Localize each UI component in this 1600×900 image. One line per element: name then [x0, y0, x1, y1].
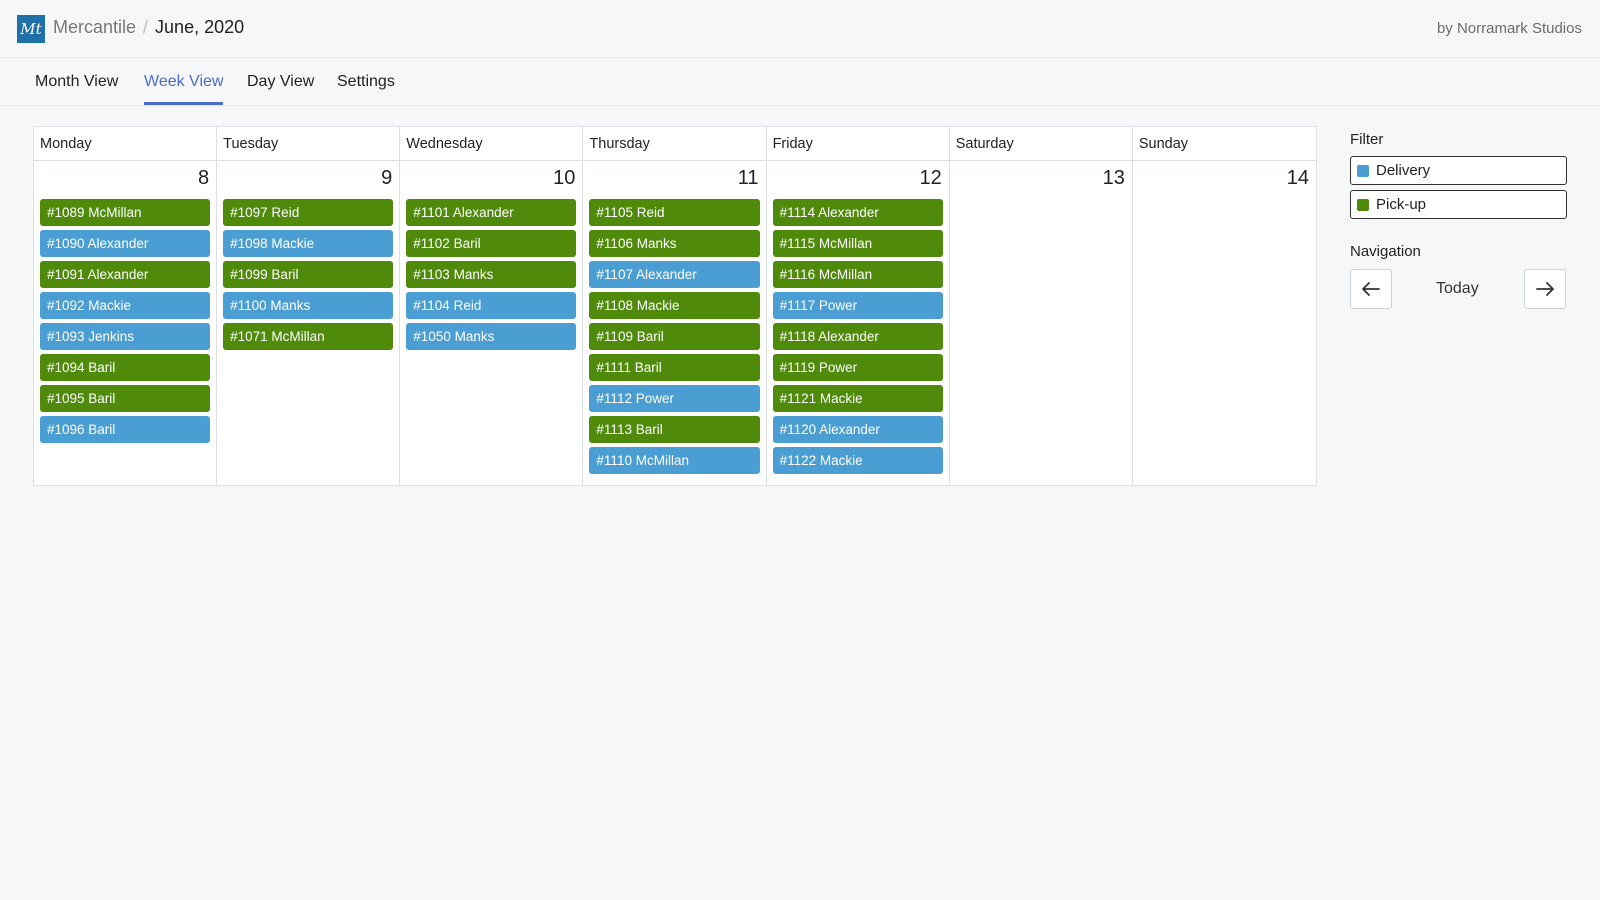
day-column-tuesday: Tuesday 9 #1097 Reid #1098 Mackie #1099 Bari… [217, 127, 401, 485]
order-event-delivery[interactable]: #1117 Power [772, 292, 943, 319]
order-event-pickup[interactable]: #1119 Power [772, 354, 943, 381]
order-event-delivery[interactable]: #1092 Mackie [40, 292, 211, 319]
order-event-delivery[interactable]: #1112 Power [589, 385, 760, 412]
view-tabs: Month View Week View Day View Settings [0, 58, 1600, 106]
breadcrumb: Mercantile / June, 2020 [53, 17, 244, 38]
day-column-saturday: Saturday 13 [949, 127, 1133, 485]
order-event-delivery[interactable]: #1100 Manks [223, 292, 394, 319]
order-event-pickup[interactable]: #1101 Alexander [406, 199, 577, 226]
order-event-pickup[interactable]: #1111 Baril [589, 354, 760, 381]
day-number[interactable]: 11 [583, 161, 765, 199]
order-event-pickup[interactable]: #1121 Mackie [772, 385, 943, 412]
pickup-swatch [1357, 198, 1369, 211]
order-event-delivery[interactable]: #1122 Mackie [772, 447, 943, 474]
breadcrumb-app-link[interactable]: Mercantile [53, 17, 136, 38]
day-number[interactable]: 13 [950, 161, 1132, 199]
event-list: #1089 McMillan #1090 Alexander #1091 Alexa… [34, 199, 216, 443]
order-event-pickup[interactable]: #1089 McMillan [40, 199, 211, 226]
filter-delivery[interactable]: Delivery [1350, 156, 1567, 185]
tab-month-view[interactable]: Month View [35, 73, 118, 102]
order-event-pickup[interactable]: #1102 Baril [406, 230, 577, 257]
day-number[interactable]: 14 [1133, 161, 1316, 199]
event-list: #1101 Alexander #1102 Baril #1103 Manks #11… [400, 199, 582, 350]
order-event-delivery[interactable]: #1093 Jenkins [40, 323, 211, 350]
byline: by Norramark Studios [1436, 20, 1582, 37]
filter-pickup[interactable]: Pick-up [1350, 190, 1567, 219]
order-event-pickup[interactable]: #1103 Manks [406, 261, 577, 288]
order-event-pickup[interactable]: #1095 Baril [40, 385, 211, 412]
order-event-delivery[interactable]: #1104 Reid [406, 292, 577, 319]
order-event-pickup[interactable]: #1105 Reid [589, 199, 760, 226]
day-number[interactable]: 10 [400, 161, 582, 199]
event-list: #1105 Reid #1106 Manks #1107 Alexander #110… [583, 199, 765, 474]
filter-delivery-label: Delivery [1376, 162, 1431, 179]
event-list: #1114 Alexander #1115 McMillan #1116 McMil… [767, 199, 949, 474]
day-header: Thursday [583, 127, 766, 161]
app-logo[interactable]: Mt [17, 15, 45, 43]
order-event-pickup[interactable]: #1091 Alexander [40, 261, 211, 288]
order-event-pickup[interactable]: #1108 Mackie [589, 292, 760, 319]
order-event-pickup[interactable]: #1115 McMillan [772, 230, 943, 257]
event-list: #1097 Reid #1098 Mackie #1099 Baril #1100 M… [217, 199, 399, 350]
order-event-delivery[interactable]: #1107 Alexander [589, 261, 760, 288]
next-week-button[interactable] [1524, 269, 1566, 309]
day-column-wednesday: Wednesday 10 #1101 Alexander #1102 Baril #11… [400, 127, 584, 485]
day-number[interactable]: 8 [34, 161, 216, 199]
day-header: Wednesday [400, 127, 583, 161]
day-column-monday: Monday 8 #1089 McMillan #1090 Alexander #109… [34, 127, 218, 485]
order-event-pickup[interactable]: #1109 Baril [589, 323, 760, 350]
order-event-pickup[interactable]: #1118 Alexander [772, 323, 943, 350]
navigation-title: Navigation [1350, 243, 1421, 260]
order-event-pickup[interactable]: #1116 McMillan [772, 261, 943, 288]
order-event-pickup[interactable]: #1113 Baril [589, 416, 760, 443]
day-header: Tuesday [217, 127, 400, 161]
week-calendar: Monday 8 #1089 McMillan #1090 Alexander #109… [33, 126, 1317, 486]
order-event-pickup[interactable]: #1106 Manks [589, 230, 760, 257]
order-event-pickup[interactable]: #1097 Reid [223, 199, 394, 226]
day-column-thursday: Thursday 11 #1105 Reid #1106 Manks #1107 Ale… [583, 127, 767, 485]
order-event-pickup[interactable]: #1114 Alexander [772, 199, 943, 226]
top-bar: Mt Mercantile / June, 2020 by Norramark … [0, 0, 1600, 58]
order-event-pickup[interactable]: #1099 Baril [223, 261, 394, 288]
order-event-pickup[interactable]: #1094 Baril [40, 354, 211, 381]
day-header: Friday [766, 127, 949, 161]
day-column-friday: Friday 12 #1114 Alexander #1115 McMillan #11… [766, 127, 950, 485]
arrow-left-icon [1362, 282, 1380, 296]
order-event-delivery[interactable]: #1090 Alexander [40, 230, 211, 257]
order-event-delivery[interactable]: #1050 Manks [406, 323, 577, 350]
day-number[interactable]: 9 [217, 161, 399, 199]
previous-week-button[interactable] [1350, 269, 1392, 309]
order-event-pickup[interactable]: #1071 McMillan [223, 323, 394, 350]
logo-text: Mt [20, 20, 42, 38]
day-column-sunday: Sunday 14 [1132, 127, 1316, 485]
tab-week-view[interactable]: Week View [144, 73, 224, 105]
filter-pickup-label: Pick-up [1376, 196, 1427, 213]
tab-day-view[interactable]: Day View [247, 73, 314, 102]
day-number[interactable]: 12 [767, 161, 949, 199]
order-event-delivery[interactable]: #1120 Alexander [772, 416, 943, 443]
tab-settings[interactable]: Settings [337, 73, 395, 102]
day-header: Sunday [1132, 127, 1316, 161]
filter-title: Filter [1350, 131, 1384, 148]
order-event-delivery[interactable]: #1110 McMillan [589, 447, 760, 474]
day-header: Saturday [949, 127, 1132, 161]
delivery-swatch [1357, 164, 1369, 177]
breadcrumb-separator: / [143, 17, 149, 37]
order-event-delivery[interactable]: #1098 Mackie [223, 230, 394, 257]
order-event-delivery[interactable]: #1096 Baril [40, 416, 211, 443]
page-title: June, 2020 [155, 17, 245, 37]
arrow-right-icon [1536, 282, 1554, 296]
today-button[interactable]: Today [1436, 280, 1479, 298]
day-header: Monday [34, 127, 217, 161]
